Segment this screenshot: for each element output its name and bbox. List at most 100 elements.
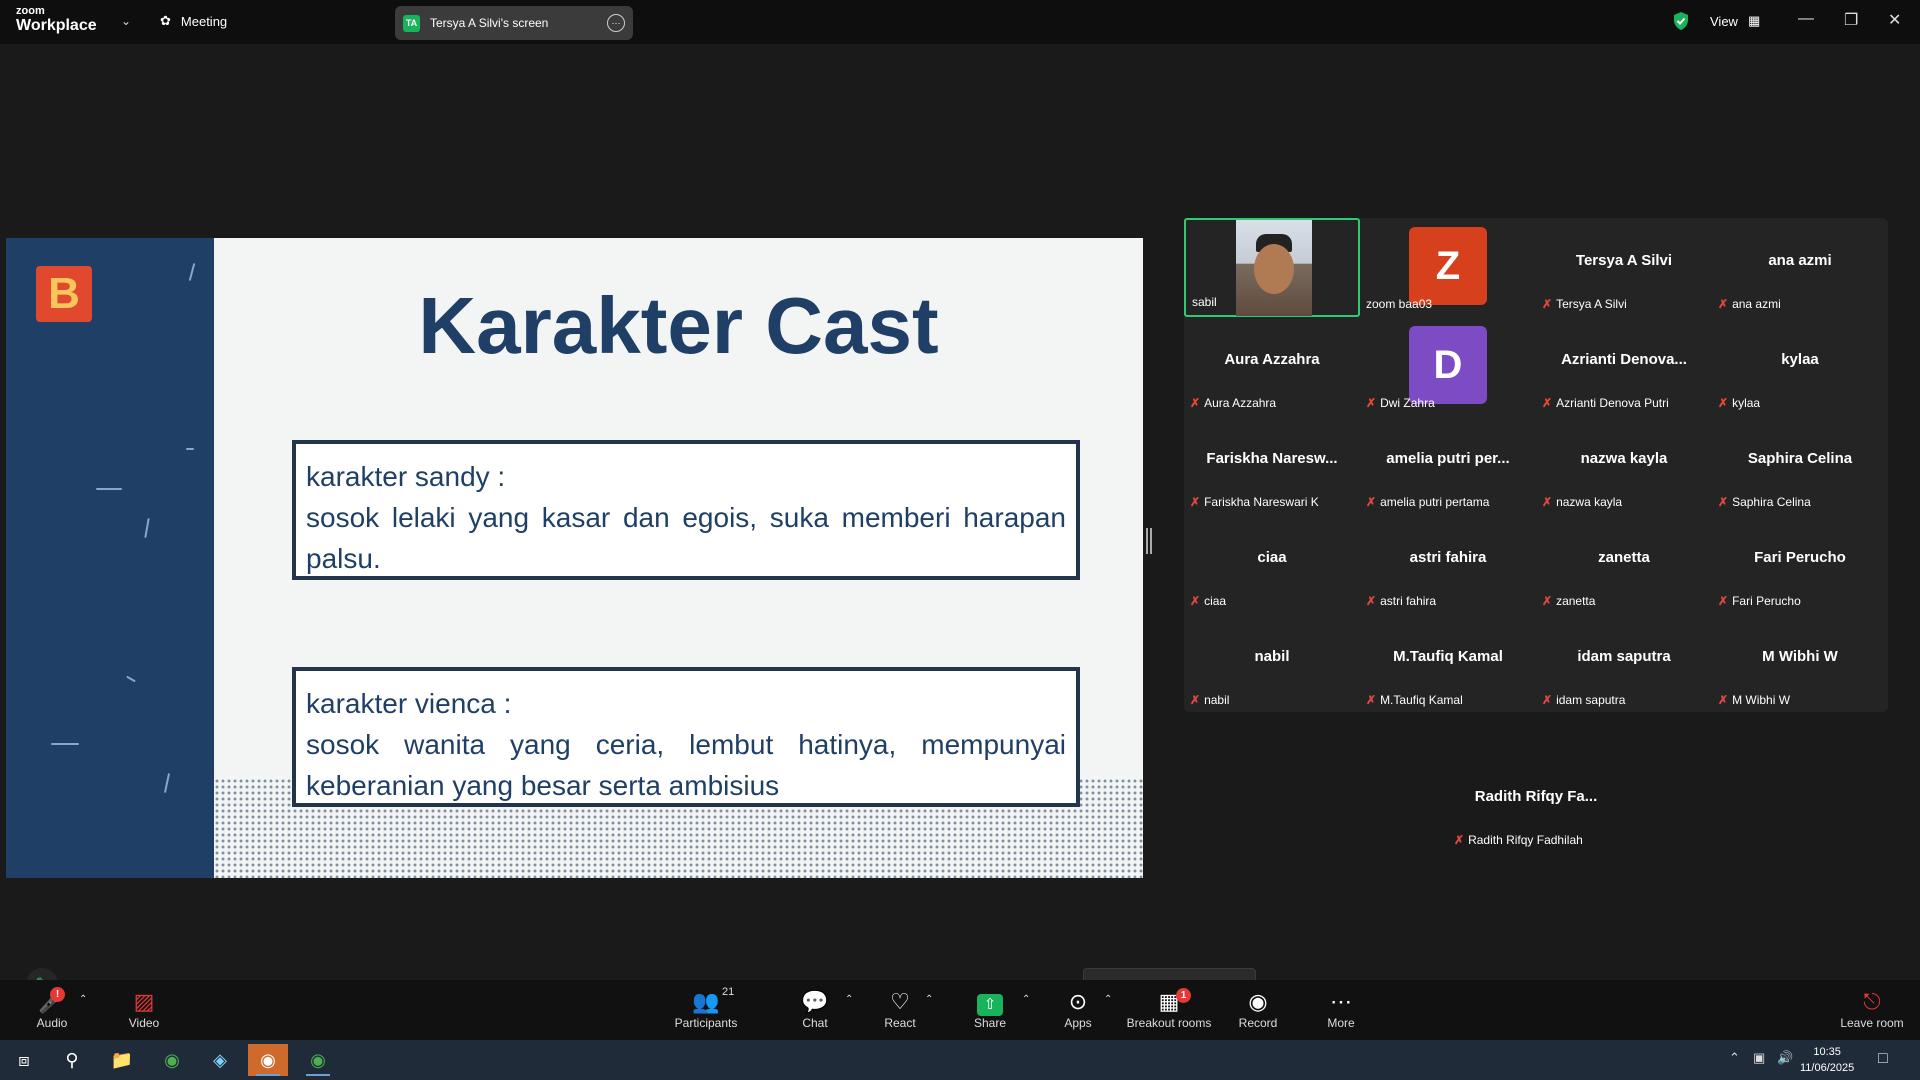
muted-mic-icon: ✗	[1718, 297, 1729, 311]
zoom-logo[interactable]: zoom Workplace	[16, 6, 97, 34]
participant-tile[interactable]: Fari Perucho ✗ Fari Perucho	[1712, 515, 1888, 614]
chat-caret[interactable]: ⌃	[845, 994, 853, 1005]
maximize-icon[interactable]: ❐	[1844, 10, 1858, 30]
participant-tile[interactable]: nazwa kayla ✗ nazwa kayla	[1536, 416, 1712, 515]
minimize-icon[interactable]: —	[1798, 10, 1814, 28]
view-button[interactable]: View ▦	[1710, 13, 1760, 29]
participant-tile[interactable]: astri fahira ✗ astri fahira	[1360, 515, 1536, 614]
file-explorer-icon[interactable]: 📁	[102, 1044, 142, 1076]
slide-decoration	[188, 263, 196, 281]
grid-icon: ▦	[1747, 13, 1761, 28]
resize-handle[interactable]	[1146, 528, 1152, 554]
muted-mic-icon: ✗	[1190, 495, 1201, 509]
muted-mic-icon: ✗	[1718, 495, 1729, 509]
participant-tile[interactable]: kylaa ✗ kylaa	[1712, 317, 1888, 416]
character-box-sandy: karakter sandy : sosok lelaki yang kasar…	[292, 440, 1080, 580]
participant-tile[interactable]: Zzoom baa03	[1360, 218, 1536, 317]
participant-tile[interactable]: amelia putri per... ✗ amelia putri pertama	[1360, 416, 1536, 515]
leave-label: Leave room	[1840, 1016, 1904, 1030]
chrome-active-icon[interactable]: ◉	[298, 1044, 338, 1076]
muted-mic-icon: ✗	[1366, 693, 1377, 707]
share-icon: ⇧	[977, 994, 1003, 1016]
box-heading: karakter sandy :	[306, 461, 506, 492]
more-button[interactable]: ⋯ More	[1301, 988, 1381, 1030]
participant-name: ciaa	[1204, 594, 1227, 608]
notification-icon[interactable]: □	[1878, 1050, 1888, 1068]
system-clock[interactable]: 10:35 11/06/2025	[1800, 1044, 1854, 1076]
participant-name-label: ✗ kylaa	[1718, 396, 1760, 410]
shield-icon[interactable]	[1672, 11, 1690, 31]
breakout-rooms-button[interactable]: ▦ Breakout rooms	[1118, 988, 1220, 1030]
participant-tile[interactable]: Saphira Celina ✗ Saphira Celina	[1712, 416, 1888, 515]
windows-start-icon[interactable]: ⧈	[4, 1044, 44, 1076]
participant-name: Saphira Celina	[1732, 495, 1811, 509]
share-caret[interactable]: ⌃	[1022, 994, 1030, 1005]
participant-tile[interactable]: Radith Rifqy Fa... ✗ Radith Rifqy Fadhilah	[1448, 754, 1624, 853]
share-screen-tab[interactable]: TA Tersya A Silvi's screen ···	[395, 6, 633, 40]
slide-decoration	[163, 773, 171, 793]
participant-name: Dwi Zahra	[1380, 396, 1435, 410]
video-button[interactable]: ▨ Video	[104, 988, 184, 1030]
participant-name-label: ✗ Fari Perucho	[1718, 594, 1801, 608]
participant-tile[interactable]: nabil ✗ nabil	[1184, 614, 1360, 713]
participant-tile[interactable]: M.Taufiq Kamal ✗ M.Taufiq Kamal	[1360, 614, 1536, 713]
slide-decoration	[126, 675, 136, 683]
volume-icon[interactable]: 🔊	[1777, 1050, 1793, 1066]
participant-name-label: ✗ zanetta	[1542, 594, 1595, 608]
participant-name-label: ✗ Saphira Celina	[1718, 495, 1811, 509]
audio-caret[interactable]: ⌃	[79, 994, 87, 1005]
chevron-down-icon[interactable]: ⌄	[121, 14, 131, 28]
participant-tile[interactable]: D ✗ Dwi Zahra	[1360, 317, 1536, 416]
react-caret[interactable]: ⌃	[925, 994, 933, 1005]
participant-tile[interactable]: ana azmi ✗ ana azmi	[1712, 218, 1888, 317]
close-icon[interactable]: ✕	[1888, 10, 1901, 30]
muted-mic-icon: ✗	[1542, 594, 1553, 608]
participant-tile[interactable]: idam saputra ✗ idam saputra	[1536, 614, 1712, 713]
breakout-badge: 1	[1176, 988, 1191, 1003]
meeting-stage: B Karakter Cast karakter sandy : sosok l…	[0, 44, 1920, 1014]
share-label: Share	[973, 1016, 1007, 1030]
character-box-vienca: karakter vienca : sosok wanita yang ceri…	[292, 667, 1080, 807]
muted-mic-icon: ✗	[1542, 396, 1553, 410]
participant-name: Aura Azzahra	[1204, 396, 1277, 410]
muted-mic-icon: ✗	[1366, 495, 1377, 509]
participant-tile[interactable]: Tersya A Silvi ✗ Tersya A Silvi	[1536, 218, 1712, 317]
slide-decoration	[51, 743, 79, 745]
apps-label: Apps	[1064, 1016, 1092, 1030]
windows-taskbar: ⧈ ⚲ 📁 ◉ ◈ ◉ ◉ ⌃ ▣ 🔊 10:35 11/06/2025 □	[0, 1040, 1920, 1080]
muted-mic-icon: ✗	[1366, 396, 1377, 410]
muted-mic-icon: ✗	[1190, 693, 1201, 707]
participant-tile[interactable]: Fariskha Naresw... ✗ Fariskha Nareswari K	[1184, 416, 1360, 515]
participant-tile[interactable]: zanetta ✗ zanetta	[1536, 515, 1712, 614]
more-options-icon[interactable]: ···	[607, 14, 625, 32]
participant-name: nabil	[1204, 693, 1230, 707]
chat-button[interactable]: 💬 Chat	[775, 988, 855, 1030]
participant-display-name: ciaa	[1257, 549, 1287, 566]
chrome-icon[interactable]: ◉	[152, 1044, 192, 1076]
participant-tile[interactable]: ciaa ✗ ciaa	[1184, 515, 1360, 614]
meeting-menu[interactable]: ✿ Meeting	[160, 13, 227, 29]
participant-tile[interactable]: Aura Azzahra ✗ Aura Azzahra	[1184, 317, 1360, 416]
tray-chevron-icon[interactable]: ⌃	[1729, 1050, 1740, 1066]
participant-name: zanetta	[1556, 594, 1596, 608]
participant-name-label: ✗ Aura Azzahra	[1190, 396, 1276, 410]
breakout-icon: ▦	[1158, 989, 1180, 1014]
participant-tile[interactable]: M Wibhi W ✗ M Wibhi W	[1712, 614, 1888, 713]
network-icon[interactable]: ▣	[1753, 1050, 1765, 1066]
participant-name-label: ✗ ana azmi	[1718, 297, 1781, 311]
participant-name-label: ✗ M Wibhi W	[1718, 693, 1790, 707]
record-button[interactable]: ◉ Record	[1218, 988, 1298, 1030]
m365-icon[interactable]: ◈	[200, 1044, 240, 1076]
participant-display-name: zanetta	[1598, 549, 1650, 566]
apps-caret[interactable]: ⌃	[1104, 994, 1112, 1005]
zoom-taskbar-icon[interactable]: ◉	[248, 1044, 288, 1076]
muted-mic-icon: ✗	[1718, 693, 1729, 707]
record-label: Record	[1238, 1016, 1278, 1030]
participant-tile[interactable]: Azrianti Denova... ✗ Azrianti Denova Putri	[1536, 317, 1712, 416]
participant-tile[interactable]: sabil	[1184, 218, 1360, 317]
participant-name: Tersya A Silvi	[1556, 297, 1627, 311]
leave-room-button[interactable]: ⎋ Leave room	[1836, 988, 1908, 1030]
search-icon[interactable]: ⚲	[52, 1044, 92, 1076]
share-button[interactable]: ⇧ Share	[950, 988, 1030, 1030]
clock-date: 11/06/2025	[1800, 1062, 1855, 1074]
